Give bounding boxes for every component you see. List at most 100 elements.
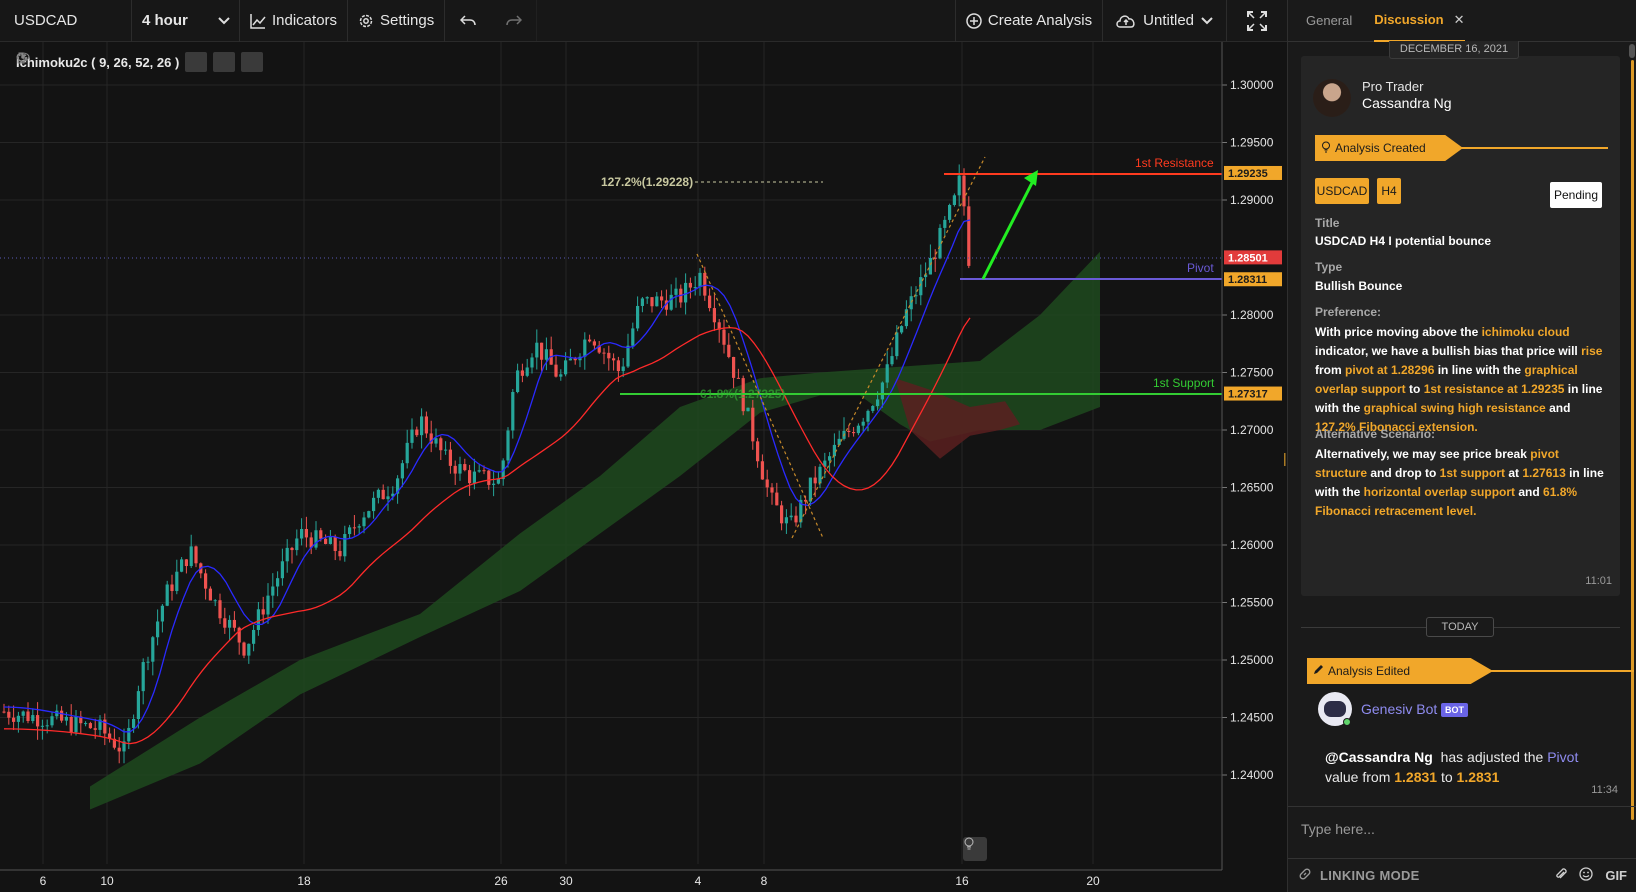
time-tick-label: 10 bbox=[100, 874, 114, 888]
bot-name[interactable]: Genesiv Bot bbox=[1361, 701, 1437, 717]
timeframe-tag[interactable]: H4 bbox=[1377, 178, 1401, 204]
candle-body bbox=[463, 464, 467, 471]
layout-dropdown[interactable]: Untitled bbox=[1103, 0, 1227, 42]
candle-body bbox=[626, 345, 630, 367]
interval-dropdown[interactable]: 4 hour bbox=[132, 0, 240, 42]
candle-body bbox=[885, 364, 889, 383]
candle-body bbox=[160, 605, 164, 622]
symbol-tag[interactable]: USDCAD bbox=[1315, 178, 1369, 204]
candle-body bbox=[967, 206, 971, 266]
candle-body bbox=[439, 438, 443, 451]
candle-body bbox=[650, 297, 654, 307]
candle-body bbox=[631, 328, 635, 346]
candle-body bbox=[909, 296, 913, 310]
projection-arrow[interactable] bbox=[981, 176, 1037, 280]
lightbulb-button[interactable] bbox=[963, 837, 987, 861]
candle-body bbox=[314, 530, 318, 548]
candle-body bbox=[592, 341, 596, 346]
candle-body bbox=[180, 559, 184, 572]
candle-body bbox=[271, 586, 275, 596]
message-input[interactable] bbox=[1301, 817, 1601, 841]
candle-body bbox=[127, 727, 131, 742]
candle-body bbox=[208, 588, 212, 601]
candle-body bbox=[943, 219, 947, 228]
candle-body bbox=[228, 619, 232, 628]
gear-icon[interactable] bbox=[17, 52, 236, 72]
fullscreen-button[interactable] bbox=[1227, 0, 1287, 42]
close-icon[interactable]: ✕ bbox=[1454, 12, 1465, 28]
candle-body bbox=[684, 282, 688, 303]
candle-body bbox=[348, 527, 352, 535]
linking-mode-toggle[interactable]: LINKING MODE bbox=[1298, 867, 1420, 884]
candle-body bbox=[338, 550, 342, 557]
candle-body bbox=[213, 600, 217, 602]
emoji-icon[interactable] bbox=[1579, 867, 1593, 884]
candle-body bbox=[60, 710, 64, 721]
candle-body bbox=[69, 716, 73, 733]
resistance-label: 1st Resistance bbox=[1135, 156, 1214, 170]
candle-body bbox=[636, 305, 640, 329]
candle-body bbox=[410, 429, 414, 443]
candle-body bbox=[458, 464, 462, 474]
price-label-support-text: 1.27317 bbox=[1228, 389, 1268, 401]
create-analysis-button[interactable]: Create Analysis bbox=[956, 0, 1104, 42]
settings-button[interactable]: Settings bbox=[348, 0, 446, 42]
undo-icon bbox=[460, 14, 476, 28]
scrollbar-track[interactable] bbox=[1631, 60, 1634, 820]
trash-icon[interactable] bbox=[17, 52, 264, 72]
candle-body bbox=[688, 282, 692, 288]
candle-body bbox=[602, 352, 606, 354]
candle-body bbox=[261, 609, 265, 615]
chevron-down-icon bbox=[1200, 16, 1214, 26]
candle-body bbox=[957, 175, 961, 196]
price-chart[interactable]: 127.2%(1.29228) 1st Resistance Pivot 1st… bbox=[0, 42, 1287, 892]
candle-body bbox=[453, 465, 457, 474]
candle-body bbox=[304, 529, 308, 538]
candle-body bbox=[165, 584, 169, 606]
indicators-button[interactable]: Indicators bbox=[240, 0, 349, 42]
candle-body bbox=[300, 529, 304, 539]
paperclip-icon[interactable] bbox=[1555, 867, 1567, 884]
candle-body bbox=[40, 725, 44, 727]
author-name[interactable]: Cassandra Ng bbox=[1362, 95, 1452, 111]
candle-body bbox=[669, 294, 673, 310]
eye-icon[interactable] bbox=[16, 52, 208, 72]
candle-body bbox=[952, 195, 956, 205]
scrollbar-thumb[interactable] bbox=[1629, 44, 1635, 58]
candle-body bbox=[775, 492, 779, 506]
candle-body bbox=[660, 296, 664, 301]
candle-body bbox=[26, 711, 30, 722]
price-tick-label: 1.30000 bbox=[1230, 78, 1274, 92]
candle-body bbox=[770, 487, 774, 493]
candle-body bbox=[184, 559, 188, 567]
candle-body bbox=[477, 470, 481, 472]
candle-body bbox=[621, 366, 625, 372]
candle-body bbox=[880, 382, 884, 400]
price-tick-label: 1.24500 bbox=[1230, 711, 1274, 725]
candle-body bbox=[357, 526, 361, 528]
tab-general[interactable]: General bbox=[1306, 13, 1352, 28]
undo-button[interactable] bbox=[445, 0, 491, 42]
author-avatar[interactable] bbox=[1313, 79, 1351, 117]
redo-button[interactable] bbox=[491, 0, 538, 42]
candle-body bbox=[756, 441, 760, 462]
link-icon bbox=[1298, 867, 1312, 884]
candle-body bbox=[554, 364, 558, 377]
candle-body bbox=[295, 538, 299, 551]
redo-icon bbox=[506, 14, 522, 28]
tab-discussion[interactable]: Discussion ✕ bbox=[1374, 0, 1465, 42]
candle-body bbox=[2, 711, 6, 713]
symbol-selector[interactable]: USDCAD bbox=[0, 0, 132, 42]
time-tick-label: 6 bbox=[40, 874, 47, 888]
type-value: Bullish Bounce bbox=[1315, 279, 1403, 293]
candle-body bbox=[698, 272, 702, 288]
candle-body bbox=[223, 618, 227, 628]
chart-canvas[interactable]: 127.2%(1.29228) 1st Resistance Pivot 1st… bbox=[0, 42, 1287, 892]
gif-button[interactable]: GIF bbox=[1605, 868, 1627, 883]
candle-body bbox=[189, 546, 193, 567]
candle-body bbox=[645, 297, 649, 299]
type-label: Type bbox=[1315, 260, 1343, 274]
discussion-panel: General Discussion ✕ DECEMBER 16, 2021 P… bbox=[1287, 0, 1636, 892]
indicators-icon bbox=[250, 13, 266, 29]
price-label-resistance-text: 1.29235 bbox=[1228, 168, 1268, 180]
